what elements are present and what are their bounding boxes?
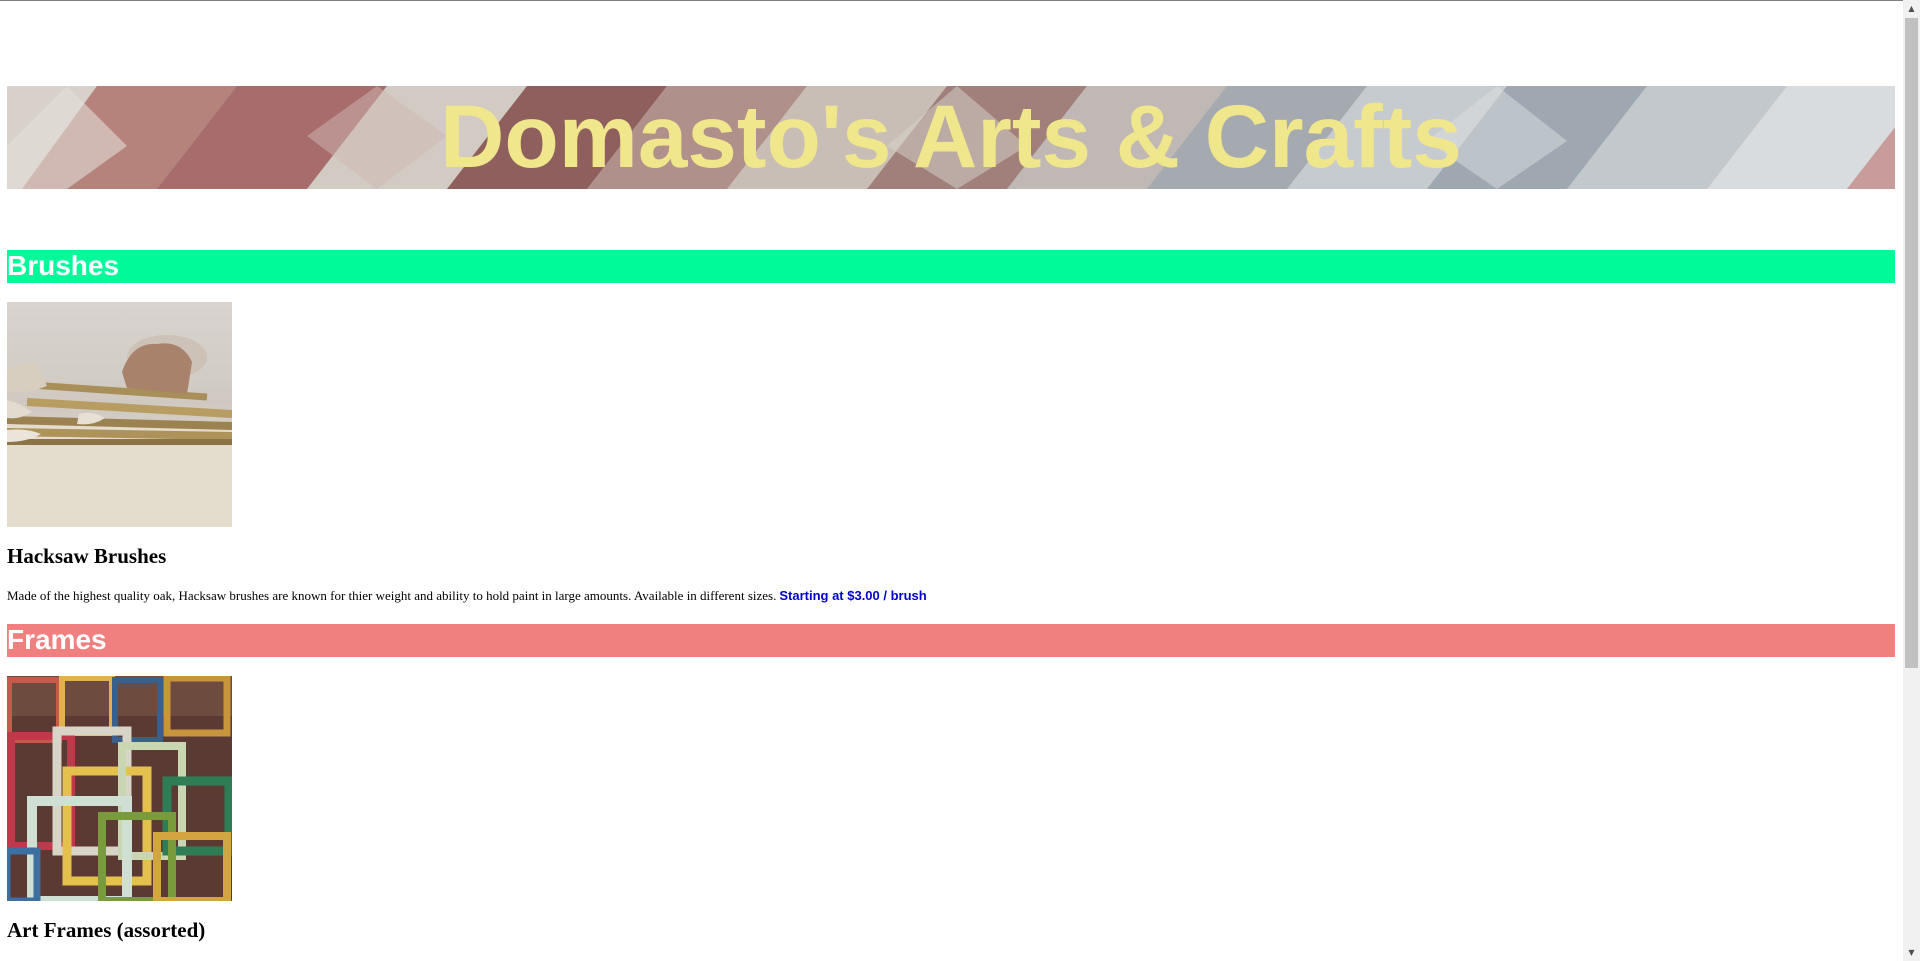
price-text: Starting at $3.00 / brush bbox=[779, 588, 927, 603]
header-banner: Domasto's Arts & Crafts bbox=[7, 86, 1895, 189]
product-description: Made of the highest quality oak, Hacksaw… bbox=[7, 588, 927, 604]
scrollbar-thumb[interactable] bbox=[1905, 18, 1918, 668]
section-heading-frames: Frames bbox=[7, 624, 1895, 657]
window-top-border bbox=[0, 0, 1920, 1]
product-title-art-frames: Art Frames (assorted) bbox=[7, 918, 206, 942]
art-frames-image bbox=[7, 676, 232, 901]
scroll-up-arrow-icon[interactable]: ▲ bbox=[1903, 0, 1920, 17]
paint-brushes-image bbox=[7, 302, 232, 527]
description-text: Made of the highest quality oak, Hacksaw… bbox=[7, 588, 777, 603]
scroll-down-arrow-icon[interactable]: ▼ bbox=[1903, 944, 1920, 961]
site-title: Domasto's Arts & Crafts bbox=[440, 86, 1462, 186]
vertical-scrollbar[interactable]: ▲ ▼ bbox=[1903, 0, 1920, 961]
section-heading-brushes: Brushes bbox=[7, 250, 1895, 283]
product-title-hacksaw-brushes: Hacksaw Brushes bbox=[7, 544, 167, 568]
